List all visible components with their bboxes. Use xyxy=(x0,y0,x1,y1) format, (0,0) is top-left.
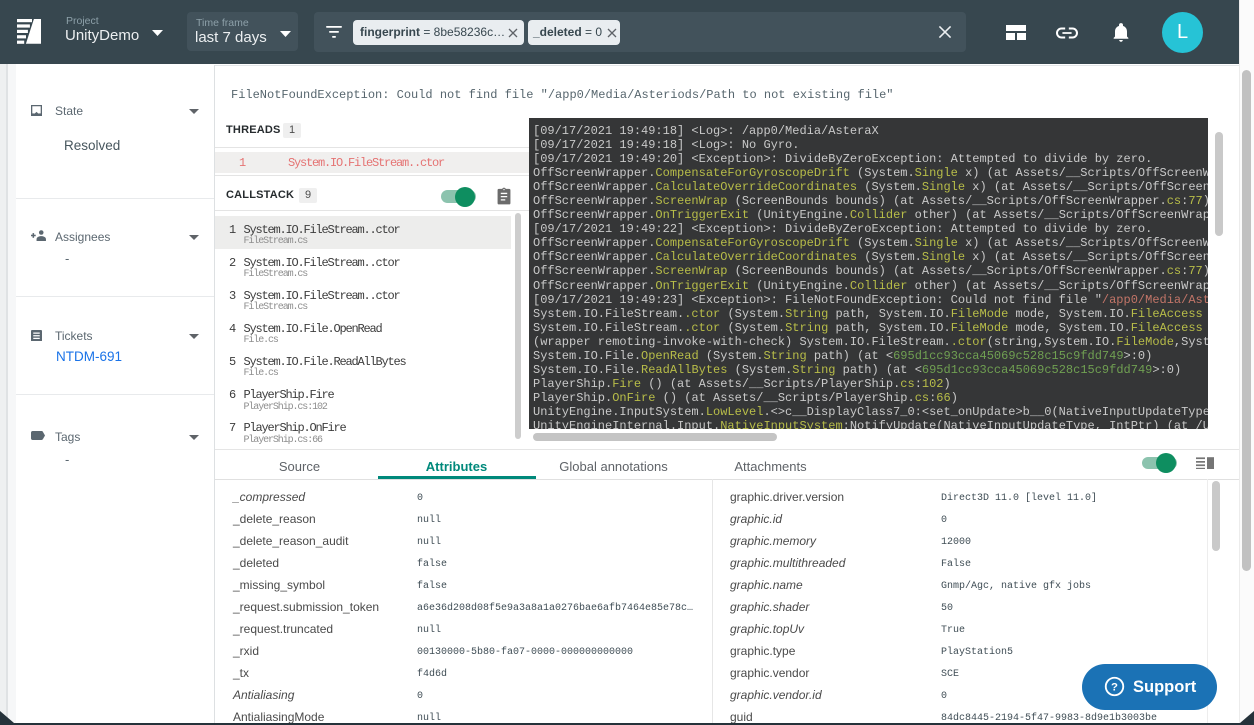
svg-text:?: ? xyxy=(1111,681,1118,693)
